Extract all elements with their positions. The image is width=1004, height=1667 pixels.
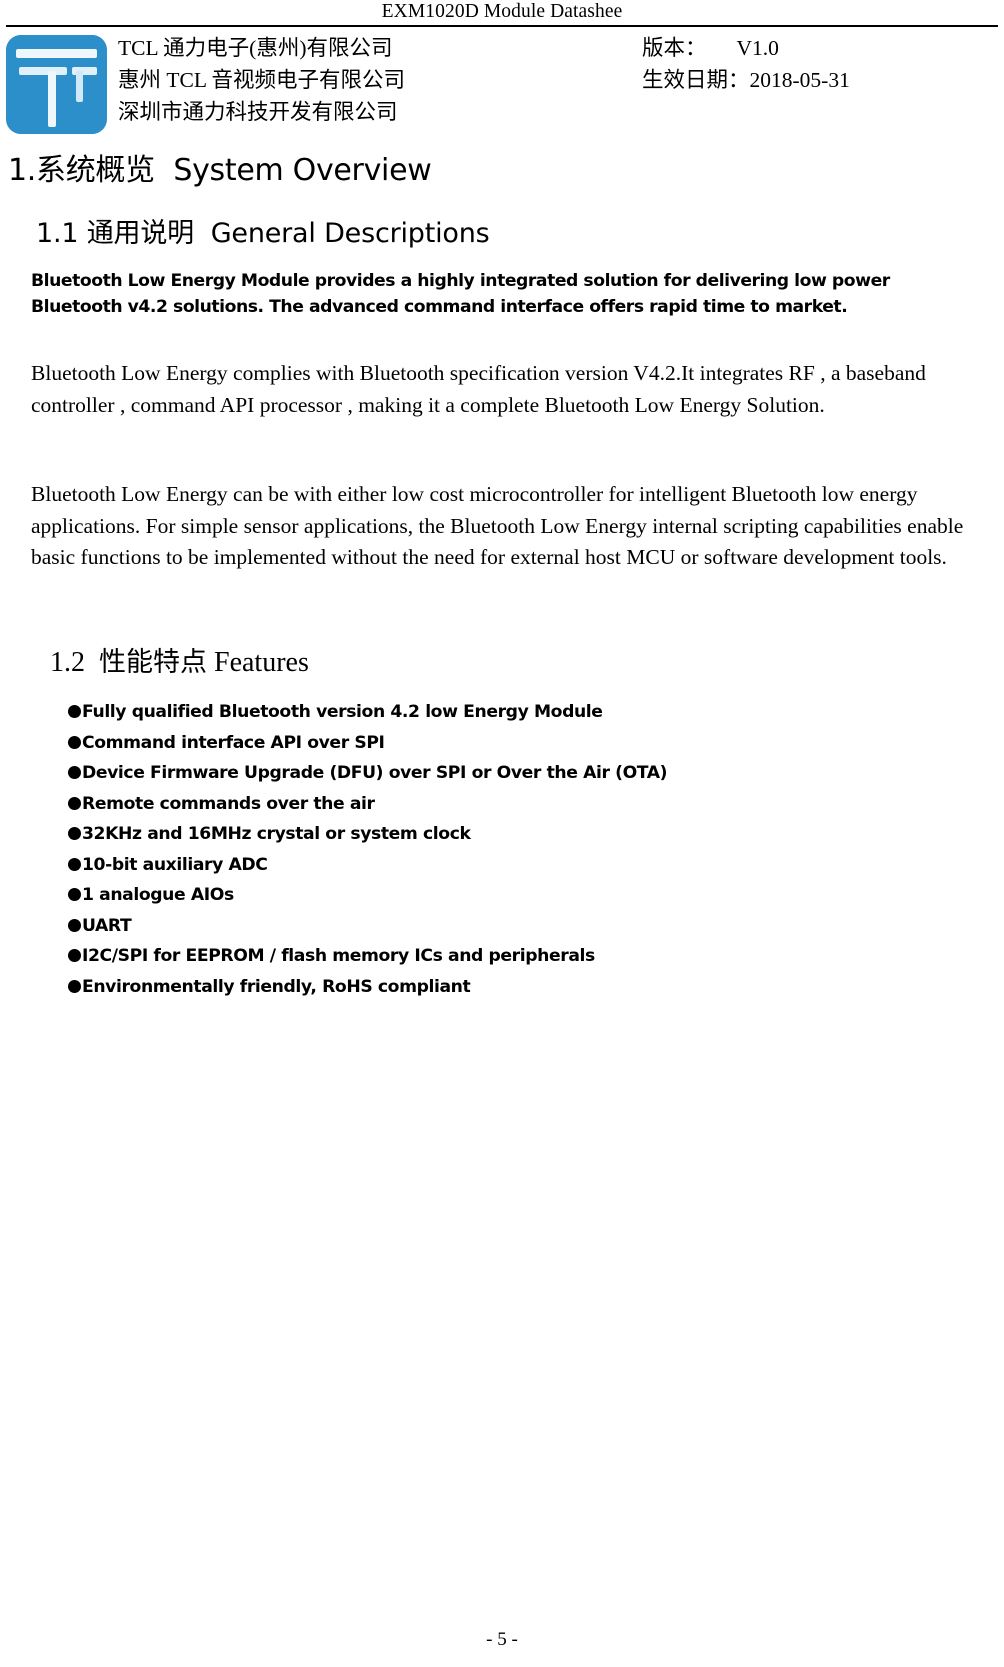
bullet-icon	[68, 796, 81, 810]
list-item: Environmentally friendly, RoHS compliant	[68, 972, 928, 1003]
paragraph-specification: Bluetooth Low Energy complies with Bluet…	[31, 361, 926, 417]
header-divider-rule	[6, 25, 998, 27]
document-page: EXM1020D Module Datashee TCL 通力电子(惠州)有限公…	[0, 0, 1004, 1667]
bullet-icon	[68, 705, 81, 718]
page-number-footer: - 5 -	[486, 1629, 518, 1650]
feature-text: 1 analogue AIOs	[82, 885, 234, 905]
feature-text: 10-bit auxiliary ADC	[82, 854, 268, 875]
effective-date-label: 生效日期：	[642, 68, 750, 92]
running-header-title: EXM1020D Module Datashee	[381, 1, 623, 22]
bullet-icon	[68, 979, 81, 993]
section-1-2-number: 1.2	[50, 647, 85, 678]
list-item: UART	[68, 911, 928, 942]
company-name-line-3: 深圳市通力科技开发有限公司	[118, 100, 398, 124]
list-item: Device Firmware Upgrade (DFU) over SPI o…	[68, 758, 928, 789]
section-1-title-en: System Overview	[173, 153, 432, 188]
list-item: Command interface API over SPI	[68, 728, 928, 759]
bullet-icon	[68, 918, 81, 932]
version-row: 版本： V1.0	[642, 32, 850, 64]
section-1-2-heading: 1.2 性能特点 Features	[50, 644, 309, 682]
feature-text: Environmentally friendly, RoHS compliant	[82, 976, 471, 997]
list-item: 1 analogue AIOs	[68, 880, 928, 911]
section-1-heading: 1.系统概览 System Overview	[8, 152, 432, 190]
tcl-tongli-logo	[6, 35, 107, 134]
company-name-line-2: 惠州 TCL 音视频电子有限公司	[118, 68, 406, 92]
list-item: 32KHz and 16MHz crystal or system clock	[68, 819, 928, 850]
feature-text: Remote commands over the air	[82, 793, 375, 814]
company-header-block: TCL 通力电子(惠州)有限公司 惠州 TCL 音视频电子有限公司 深圳市通力科…	[4, 33, 1000, 143]
features-list: Fully qualified Bluetooth version 4.2 lo…	[68, 697, 928, 1002]
effective-date-value: 2018-05-31	[749, 68, 850, 92]
feature-text: Device Firmware Upgrade (DFU) over SPI o…	[82, 763, 668, 783]
section-1-2-title-en: Features	[214, 647, 309, 678]
list-item: Remote commands over the air	[68, 789, 928, 820]
list-item: 10-bit auxiliary ADC	[68, 850, 928, 881]
feature-text: 32KHz and 16MHz crystal or system clock	[82, 824, 471, 844]
bullet-icon	[68, 888, 81, 901]
feature-text: UART	[82, 915, 132, 936]
bullet-icon	[68, 949, 81, 962]
company-name-line-1: TCL 通力电子(惠州)有限公司	[118, 36, 393, 60]
list-item: I2C/SPI for EEPROM / flash memory ICs an…	[68, 941, 928, 972]
section-1-title-cn: 系统概览	[36, 153, 155, 188]
effective-date-row: 生效日期：2018-05-31	[642, 64, 850, 96]
section-1-1-title-cn: 通用说明	[86, 218, 194, 249]
paragraph-general-intro: Bluetooth Low Energy Module provides a h…	[31, 271, 890, 317]
bullet-icon	[68, 857, 81, 871]
section-1-2-title-cn: 性能特点	[99, 647, 207, 678]
bullet-icon	[68, 735, 81, 749]
section-1-1-title-en: General Descriptions	[210, 218, 490, 249]
list-item: Fully qualified Bluetooth version 4.2 lo…	[68, 697, 928, 728]
version-info-block: 版本： V1.0 生效日期：2018-05-31	[642, 32, 850, 96]
feature-text: Command interface API over SPI	[82, 732, 385, 753]
company-name-list: TCL 通力电子(惠州)有限公司 惠州 TCL 音视频电子有限公司 深圳市通力科…	[118, 32, 405, 128]
version-value: V1.0	[736, 36, 779, 60]
section-1-1-heading: 1.1 通用说明 General Descriptions	[36, 216, 490, 252]
paragraph-applications: Bluetooth Low Energy can be with either …	[31, 482, 964, 569]
bullet-icon	[68, 766, 81, 779]
bullet-icon	[68, 827, 81, 840]
version-label: 版本：	[642, 36, 707, 60]
feature-text: I2C/SPI for EEPROM / flash memory ICs an…	[82, 946, 595, 966]
section-1-number: 1.	[8, 153, 37, 188]
section-1-1-number: 1.1	[36, 218, 79, 249]
feature-text: Fully qualified Bluetooth version 4.2 lo…	[82, 702, 603, 722]
